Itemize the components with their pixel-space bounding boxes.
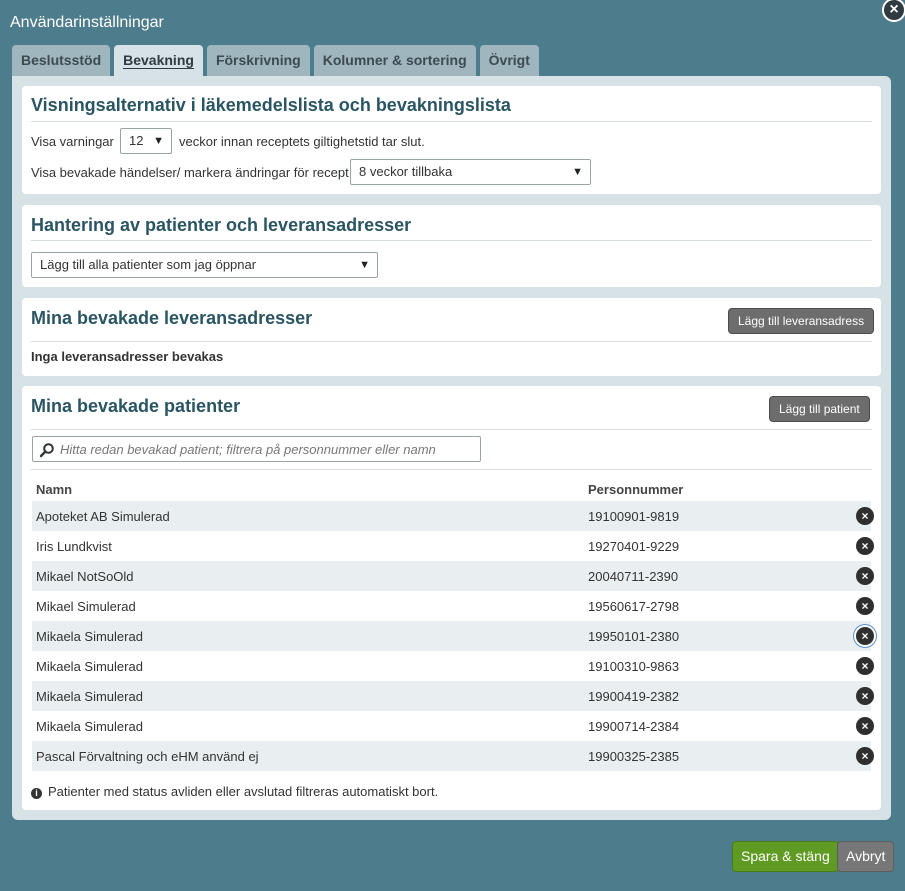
warnings-weeks-select[interactable]: 12 ▼ bbox=[120, 128, 172, 154]
display-options-card: Visningsalternativ i läkemedelslista och… bbox=[22, 86, 881, 194]
info-text: Patienter med status avliden eller avslu… bbox=[48, 784, 439, 799]
tab-forskrivning[interactable]: Förskrivning bbox=[206, 45, 310, 76]
patients-card: Mina bevakade patienter Lägg till patien… bbox=[22, 386, 881, 810]
patient-pnr: 20040711-2390 bbox=[588, 569, 679, 584]
save-close-button[interactable]: Spara & stäng bbox=[732, 841, 839, 872]
divider bbox=[31, 121, 872, 122]
table-row: Mikael NotSoOld 20040711-2390 × bbox=[32, 561, 874, 591]
tab-bevakning[interactable]: Bevakning bbox=[114, 45, 203, 76]
remove-icon[interactable]: × bbox=[856, 687, 874, 705]
warnings-weeks-value: 12 bbox=[129, 133, 144, 148]
patient-search[interactable] bbox=[32, 436, 481, 462]
table-row: Mikaela Simulerad 19900419-2382 × bbox=[32, 681, 874, 711]
patient-handling-value: Lägg till alla patienter som jag öppnar bbox=[40, 257, 257, 272]
tab-label: Kolumner & sortering bbox=[322, 52, 467, 68]
info-icon: i bbox=[31, 788, 42, 799]
divider bbox=[31, 240, 872, 241]
remove-icon[interactable]: × bbox=[856, 717, 874, 735]
cancel-button[interactable]: Avbryt bbox=[837, 841, 895, 872]
patient-name: Mikaela Simulerad bbox=[36, 629, 143, 644]
events-label: Visa bevakade händelser/ markera ändring… bbox=[31, 165, 349, 180]
remove-icon[interactable]: × bbox=[856, 747, 874, 765]
table-row: Mikaela Simulerad 19100310-9863 × bbox=[32, 651, 874, 681]
events-period-value: 8 veckor tillbaka bbox=[359, 164, 453, 179]
tab-beslutsstod[interactable]: Beslutsstöd bbox=[12, 45, 111, 76]
add-patient-button[interactable]: Lägg till patient bbox=[769, 396, 870, 422]
tab-label: Beslutsstöd bbox=[21, 52, 102, 68]
search-input[interactable] bbox=[58, 439, 473, 459]
tab-kolumner-sortering[interactable]: Kolumner & sortering bbox=[313, 45, 476, 76]
display-options-heading: Visningsalternativ i läkemedelslista och… bbox=[31, 95, 511, 115]
remove-icon[interactable]: × bbox=[856, 627, 874, 645]
table-row: Iris Lundkvist 19270401-9229 × bbox=[32, 531, 874, 561]
column-header-personnummer[interactable]: Personnummer bbox=[588, 482, 683, 497]
divider bbox=[31, 469, 872, 470]
remove-icon[interactable]: × bbox=[856, 597, 874, 615]
patient-pnr: 19560617-2798 bbox=[588, 599, 680, 614]
table-row: Mikael Simulerad 19560617-2798 × bbox=[32, 591, 874, 621]
remove-icon[interactable]: × bbox=[856, 507, 874, 525]
tab-label: Förskrivning bbox=[215, 52, 301, 68]
patient-pnr: 19900714-2384 bbox=[588, 719, 680, 734]
addresses-card: Mina bevakade leveransadresser Lägg till… bbox=[22, 298, 881, 376]
remove-icon[interactable]: × bbox=[856, 657, 874, 675]
patient-name: Mikael Simulerad bbox=[36, 599, 136, 614]
add-address-button[interactable]: Lägg till leveransadress bbox=[728, 308, 875, 334]
patient-name: Mikaela Simulerad bbox=[36, 689, 143, 704]
patient-handling-select[interactable]: Lägg till alla patienter som jag öppnar … bbox=[31, 252, 378, 278]
table-row: Apoteket AB Simulerad 19100901-9819 × bbox=[32, 501, 874, 531]
patient-pnr: 19900419-2382 bbox=[588, 689, 680, 704]
chevron-down-icon: ▼ bbox=[153, 135, 164, 147]
remove-icon[interactable]: × bbox=[856, 567, 874, 585]
chevron-down-icon: ▼ bbox=[359, 259, 370, 271]
table-row: Pascal Förvaltning och eHM använd ej 1990… bbox=[32, 741, 874, 771]
patient-name: Apoteket AB Simulerad bbox=[36, 509, 170, 524]
patient-pnr: 19270401-9229 bbox=[588, 539, 680, 554]
close-icon[interactable]: × bbox=[882, 0, 905, 22]
patient-name: Pascal Förvaltning och eHM använd ej bbox=[36, 749, 259, 764]
table-row: Mikaela Simulerad 19900714-2384 × bbox=[32, 711, 874, 741]
info-note: i Patienter med status avliden eller avsl… bbox=[31, 784, 438, 799]
patients-table: Apoteket AB Simulerad 19100901-9819 × Iris… bbox=[32, 501, 874, 771]
dialog-title: Användarinställningar bbox=[10, 14, 164, 31]
divider bbox=[31, 341, 872, 342]
patient-pnr: 19950101-2380 bbox=[588, 629, 680, 644]
tab-bar: Beslutsstöd Bevakning Förskrivning Kolum… bbox=[12, 45, 539, 76]
addresses-heading: Mina bevakade leveransadresser bbox=[31, 308, 313, 328]
patient-handling-heading: Hantering av patienter och leveransadres… bbox=[31, 215, 412, 235]
tab-label: Bevakning bbox=[123, 52, 194, 69]
patient-name: Mikaela Simulerad bbox=[36, 719, 143, 734]
search-icon bbox=[39, 443, 54, 458]
tab-label: Övrigt bbox=[488, 52, 530, 68]
patient-name: Mikael NotSoOld bbox=[36, 569, 134, 584]
table-row: Mikaela Simulerad 19950101-2380 × bbox=[32, 621, 874, 651]
patient-name: Mikaela Simulerad bbox=[36, 659, 143, 674]
addresses-empty-text: Inga leveransadresser bevakas bbox=[31, 349, 224, 364]
patients-heading: Mina bevakade patienter bbox=[31, 396, 241, 416]
events-period-select[interactable]: 8 veckor tillbaka ▼ bbox=[350, 159, 591, 185]
warnings-suffix: veckor innan receptets giltighetstid tar… bbox=[179, 134, 425, 149]
column-header-name[interactable]: Namn bbox=[36, 482, 72, 497]
divider bbox=[31, 429, 872, 430]
chevron-down-icon: ▼ bbox=[572, 166, 583, 178]
patient-handling-card: Hantering av patienter och leveransadres… bbox=[22, 205, 881, 287]
patient-pnr: 19100901-9819 bbox=[588, 509, 680, 524]
patient-pnr: 19900325-2385 bbox=[588, 749, 680, 764]
tab-ovrigt[interactable]: Övrigt bbox=[479, 45, 539, 76]
warnings-prefix: Visa varningar bbox=[31, 134, 114, 149]
remove-icon[interactable]: × bbox=[856, 537, 874, 555]
patient-pnr: 19100310-9863 bbox=[588, 659, 680, 674]
patient-name: Iris Lundkvist bbox=[36, 539, 112, 554]
tab-panel: Visningsalternativ i läkemedelslista och… bbox=[12, 76, 891, 820]
